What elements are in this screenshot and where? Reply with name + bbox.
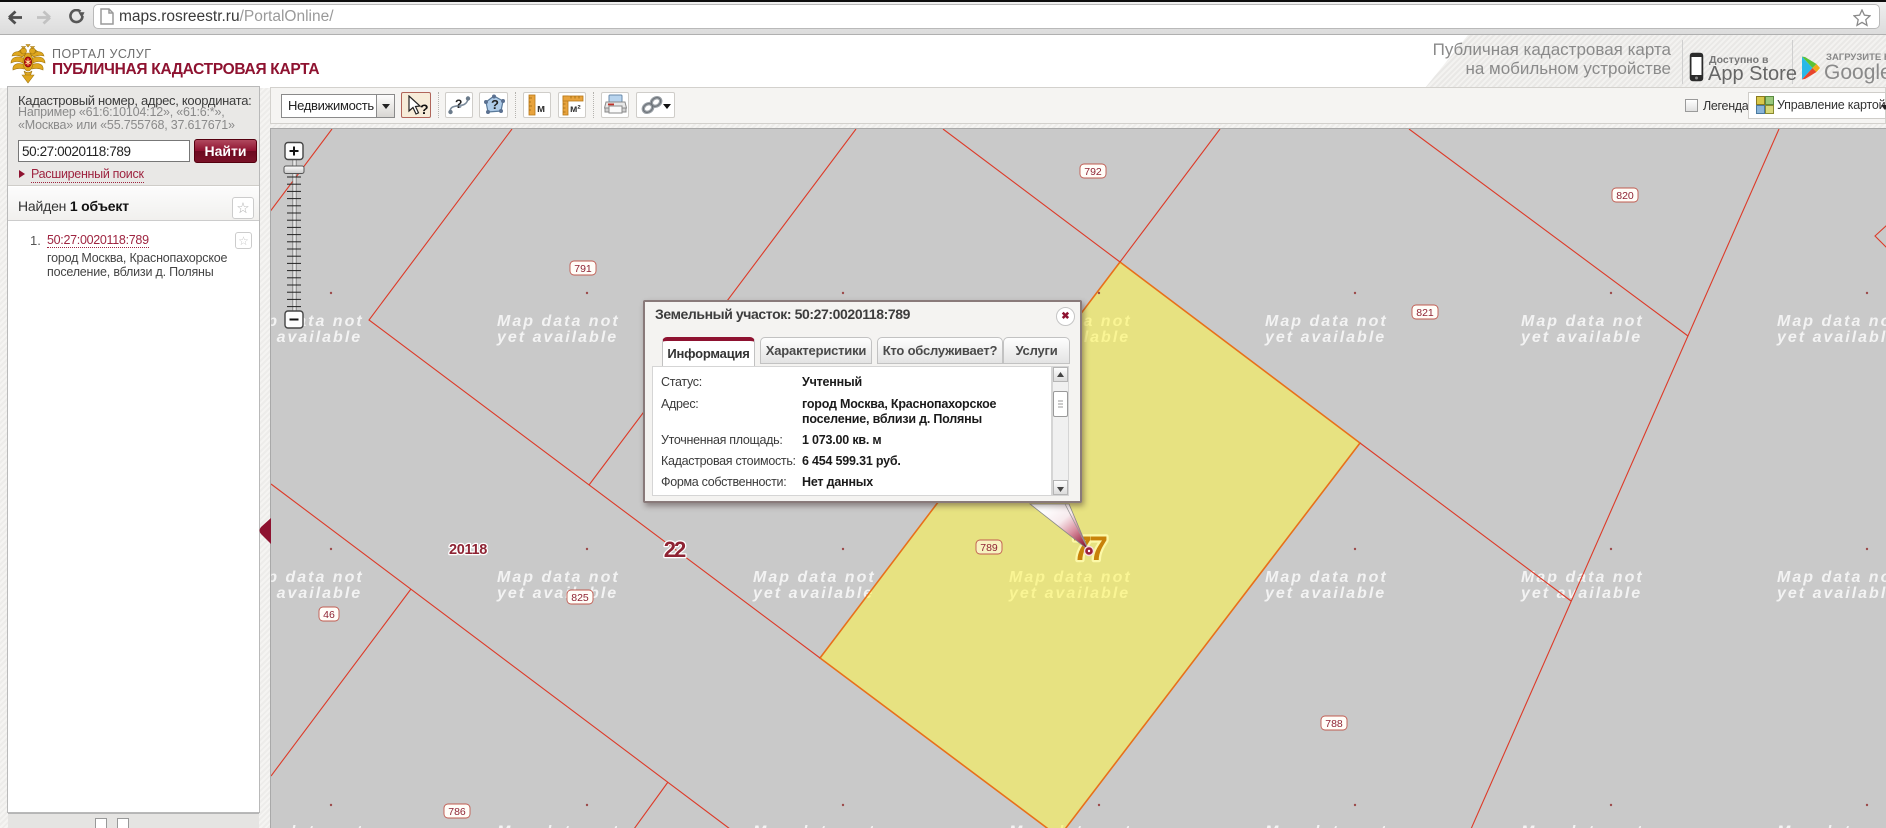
svg-text:yet available: yet available xyxy=(1776,329,1886,346)
svg-text:yet available: yet available xyxy=(271,329,362,346)
svg-text:?: ? xyxy=(420,101,429,116)
svg-text:?: ? xyxy=(491,97,499,112)
svg-text:yet available: yet available xyxy=(496,329,618,346)
svg-text:Map data not: Map data not xyxy=(1777,569,1886,586)
svg-text:yet available: yet available xyxy=(496,585,618,602)
svg-text:791: 791 xyxy=(574,263,592,275)
svg-text:820: 820 xyxy=(1616,190,1634,202)
svg-text:Map data not: Map data not xyxy=(1265,313,1388,330)
svg-text:Map data not: Map data not xyxy=(753,569,876,586)
svg-text:46: 46 xyxy=(323,609,335,621)
svg-text:20118: 20118 xyxy=(449,542,487,558)
svg-text:Map data not: Map data not xyxy=(753,824,876,828)
svg-text:788: 788 xyxy=(1325,718,1343,730)
svg-text:792: 792 xyxy=(1084,166,1102,178)
svg-text:yet available: yet available xyxy=(1520,329,1642,346)
svg-text:Map data not: Map data not xyxy=(497,569,620,586)
svg-text:yet available: yet available xyxy=(1520,585,1642,602)
svg-text:Map data not: Map data not xyxy=(1777,824,1886,828)
svg-text:?: ? xyxy=(455,97,462,111)
svg-text:Map data not: Map data not xyxy=(497,824,620,828)
svg-text:Map data not: Map data not xyxy=(497,313,620,330)
svg-text:yet available: yet available xyxy=(1776,585,1886,602)
svg-text:Map data not: Map data not xyxy=(271,824,364,828)
svg-text:yet available: yet available xyxy=(271,585,362,602)
svg-text:Map data not: Map data not xyxy=(1521,824,1644,828)
svg-text:yet available: yet available xyxy=(1264,329,1386,346)
svg-text:22: 22 xyxy=(664,537,686,562)
svg-text:821: 821 xyxy=(1416,307,1434,319)
svg-text:789: 789 xyxy=(980,542,998,554)
svg-text:Map data not: Map data not xyxy=(1265,824,1388,828)
svg-text:yet available: yet available xyxy=(1264,585,1386,602)
svg-text:Map data not: Map data not xyxy=(1521,313,1644,330)
svg-text:Map data not: Map data not xyxy=(1009,824,1132,828)
svg-text:Map data not: Map data not xyxy=(1777,313,1886,330)
svg-text:м²: м² xyxy=(570,104,581,115)
svg-text:825: 825 xyxy=(571,592,589,604)
svg-text:Map data not: Map data not xyxy=(271,569,364,586)
svg-text:yet available: yet available xyxy=(752,585,874,602)
svg-text:Map data not: Map data not xyxy=(1265,569,1388,586)
svg-text:786: 786 xyxy=(448,806,466,818)
svg-text:м: м xyxy=(537,103,545,115)
